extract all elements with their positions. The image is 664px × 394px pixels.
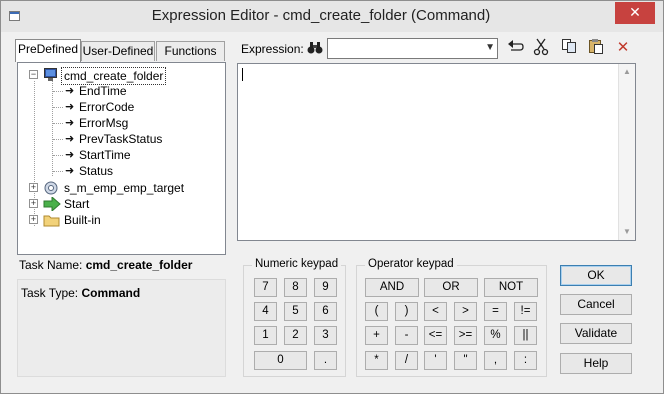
key-open-paren[interactable]: ( xyxy=(365,302,388,321)
predefined-tree[interactable]: − cmd_create_folder ➜ EndTime ➜ ErrorCod… xyxy=(17,62,226,255)
session-gear-icon xyxy=(44,181,58,195)
cut-icon[interactable] xyxy=(531,38,551,58)
arrow-right-icon: ➜ xyxy=(65,165,75,177)
folder-icon xyxy=(43,215,60,227)
tree-item-label[interactable]: StartTime xyxy=(79,147,131,163)
ok-button[interactable]: OK xyxy=(560,265,632,286)
key-7[interactable]: 7 xyxy=(254,278,277,297)
key-greater-equal[interactable]: >= xyxy=(454,326,477,345)
tree-line xyxy=(53,171,63,172)
tree-node-label[interactable]: Built-in xyxy=(64,212,101,228)
key-6[interactable]: 6 xyxy=(314,302,337,321)
tree-line xyxy=(52,81,53,176)
validate-button[interactable]: Validate xyxy=(560,323,632,344)
key-1[interactable]: 1 xyxy=(254,326,277,345)
expression-editor-window: Expression Editor - cmd_create_folder (C… xyxy=(0,0,664,394)
key-5[interactable]: 5 xyxy=(284,302,307,321)
expand-icon[interactable]: + xyxy=(29,215,38,224)
key-4[interactable]: 4 xyxy=(254,302,277,321)
paste-icon[interactable] xyxy=(586,38,606,58)
arrow-right-icon: ➜ xyxy=(65,85,75,97)
tree-line xyxy=(53,123,63,124)
tab-functions[interactable]: Functions xyxy=(156,41,225,61)
key-concat[interactable]: || xyxy=(514,326,537,345)
operator-keypad-title: Operator keypad xyxy=(365,258,457,270)
key-minus[interactable]: - xyxy=(395,326,418,345)
tree-line xyxy=(53,139,63,140)
arrow-right-icon: ➜ xyxy=(65,117,75,129)
key-greater-than[interactable]: > xyxy=(454,302,477,321)
key-percent[interactable]: % xyxy=(484,326,507,345)
key-not[interactable]: NOT xyxy=(484,278,538,297)
key-less-than[interactable]: < xyxy=(424,302,447,321)
expression-combobox[interactable]: ▼ xyxy=(327,38,498,59)
tree-item-label[interactable]: ErrorCode xyxy=(79,99,134,115)
key-9[interactable]: 9 xyxy=(314,278,337,297)
title-bar: Expression Editor - cmd_create_folder (C… xyxy=(1,1,663,32)
task-name-value: cmd_create_folder xyxy=(85,258,193,272)
tree-item-label[interactable]: ErrorMsg xyxy=(79,115,128,131)
start-arrow-icon xyxy=(43,197,61,211)
key-close-paren[interactable]: ) xyxy=(395,302,418,321)
key-comma[interactable]: , xyxy=(484,351,507,370)
task-type-label: Task Type: xyxy=(21,286,79,300)
window-title: Expression Editor - cmd_create_folder (C… xyxy=(151,7,491,24)
tree-node-label[interactable]: Start xyxy=(64,196,89,212)
tree-line xyxy=(53,155,63,156)
key-and[interactable]: AND xyxy=(365,278,419,297)
tree-item-label[interactable]: PrevTaskStatus xyxy=(79,131,162,147)
arrow-right-icon: ➜ xyxy=(65,149,75,161)
key-colon[interactable]: : xyxy=(514,351,537,370)
key-plus[interactable]: + xyxy=(365,326,388,345)
expand-icon[interactable]: + xyxy=(29,183,38,192)
key-double-quote[interactable]: " xyxy=(454,351,477,370)
tree-item-label[interactable]: Status xyxy=(79,163,113,179)
key-divide[interactable]: / xyxy=(395,351,418,370)
undo-icon[interactable] xyxy=(506,38,526,58)
key-less-equal[interactable]: <= xyxy=(424,326,447,345)
tab-user-defined[interactable]: User-Defined xyxy=(81,41,155,61)
task-name-label: Task Name: xyxy=(19,258,83,272)
tree-item-label[interactable]: EndTime xyxy=(79,83,127,99)
key-2[interactable]: 2 xyxy=(284,326,307,345)
key-not-equals[interactable]: != xyxy=(514,302,537,321)
arrow-right-icon: ➜ xyxy=(65,101,75,113)
tree-line xyxy=(53,91,63,92)
tree-node-label[interactable]: s_m_emp_emp_target xyxy=(64,180,184,196)
key-equals[interactable]: = xyxy=(484,302,507,321)
command-task-icon xyxy=(44,68,57,81)
tab-predefined[interactable]: PreDefined xyxy=(15,39,81,62)
key-single-quote[interactable]: ' xyxy=(424,351,447,370)
scroll-down-icon[interactable]: ▼ xyxy=(619,224,635,240)
numeric-keypad-group: Numeric keypad 7 8 9 4 5 6 1 2 3 0 . xyxy=(243,258,346,377)
close-button[interactable]: ✕ xyxy=(615,2,655,24)
key-0[interactable]: 0 xyxy=(254,351,307,370)
key-3[interactable]: 3 xyxy=(314,326,337,345)
expression-editor[interactable]: ▲ ▼ xyxy=(237,63,636,241)
cancel-button[interactable]: Cancel xyxy=(560,294,632,315)
key-8[interactable]: 8 xyxy=(284,278,307,297)
expression-label: Expression: xyxy=(241,42,304,56)
copy-icon[interactable] xyxy=(559,38,579,58)
operator-keypad-group: Operator keypad AND OR NOT ( ) < > = != … xyxy=(356,258,547,377)
vertical-scrollbar[interactable]: ▲ ▼ xyxy=(618,64,635,240)
collapse-icon[interactable]: − xyxy=(29,70,38,79)
arrow-right-icon: ➜ xyxy=(65,133,75,145)
scroll-up-icon[interactable]: ▲ xyxy=(619,64,635,80)
binoculars-icon[interactable] xyxy=(307,41,323,58)
expand-icon[interactable]: + xyxy=(29,199,38,208)
numeric-keypad-title: Numeric keypad xyxy=(252,258,342,270)
key-multiply[interactable]: * xyxy=(365,351,388,370)
key-or[interactable]: OR xyxy=(424,278,478,297)
delete-icon[interactable]: ✕ xyxy=(613,38,633,58)
task-type-value: Command xyxy=(81,286,141,300)
task-name-row: Task Name: cmd_create_folder xyxy=(17,256,226,278)
text-caret xyxy=(242,68,243,81)
tree-line xyxy=(53,107,63,108)
task-type-box: Task Type: Command xyxy=(17,279,226,377)
chevron-down-icon[interactable]: ▼ xyxy=(485,42,495,53)
key-decimal[interactable]: . xyxy=(314,351,337,370)
help-button[interactable]: Help xyxy=(560,353,632,374)
